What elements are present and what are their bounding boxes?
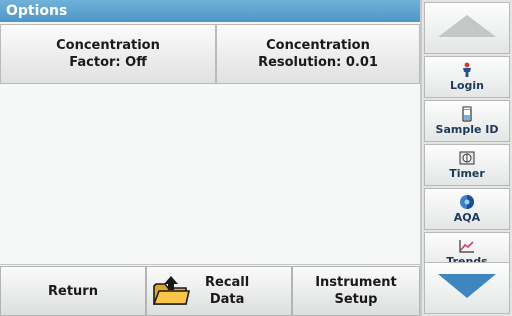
instrument-setup-button[interactable]: Instrument Setup — [292, 266, 420, 316]
recall-data-label-1: Recall — [205, 275, 250, 290]
instrument-setup-label-2: Setup — [334, 292, 378, 307]
concentration-resolution-button[interactable]: Concentration Resolution: 0.01 — [216, 24, 420, 84]
sidebar: Login Sample ID Timer AQA — [420, 0, 512, 316]
sidebar-item-label: AQA — [453, 211, 481, 224]
concentration-resolution-label: Concentration — [266, 38, 370, 53]
triangle-down-icon — [436, 272, 498, 304]
sidebar-item-label: Timer — [449, 167, 485, 180]
bottom-toolbar: Return Recall Data Instrument Setup — [0, 266, 420, 316]
concentration-factor-button[interactable]: Concentration Factor: Off — [0, 24, 216, 84]
aqa-icon — [458, 194, 476, 210]
triangle-up-icon — [436, 13, 498, 43]
content-area — [0, 84, 420, 265]
return-label: Return — [48, 283, 98, 299]
instrument-setup-label-1: Instrument — [315, 275, 397, 290]
sidebar-item-label: Sample ID — [435, 123, 499, 136]
trends-icon — [458, 238, 476, 254]
scroll-up-button[interactable] — [424, 2, 510, 54]
login-icon — [458, 62, 476, 78]
timer-icon — [458, 150, 476, 166]
concentration-resolution-value: Resolution: 0.01 — [258, 55, 378, 70]
page-title: Options — [0, 0, 420, 22]
recall-data-label-2: Data — [209, 292, 245, 307]
return-button[interactable]: Return — [0, 266, 146, 316]
sidebar-item-timer[interactable]: Timer — [424, 144, 510, 186]
options-panel: Options Concentration Factor: Off Concen… — [0, 0, 420, 316]
recall-data-button[interactable]: Recall Data — [146, 266, 292, 316]
scroll-down-button[interactable] — [424, 262, 510, 314]
concentration-factor-label: Concentration — [56, 38, 160, 53]
folder-upload-icon — [151, 274, 191, 308]
sidebar-item-login[interactable]: Login — [424, 56, 510, 98]
sample-id-icon — [458, 106, 476, 122]
sidebar-item-label: Login — [449, 79, 485, 92]
sidebar-item-aqa[interactable]: AQA — [424, 188, 510, 230]
sidebar-item-sample-id[interactable]: Sample ID — [424, 100, 510, 142]
concentration-factor-value: Factor: Off — [69, 55, 147, 70]
